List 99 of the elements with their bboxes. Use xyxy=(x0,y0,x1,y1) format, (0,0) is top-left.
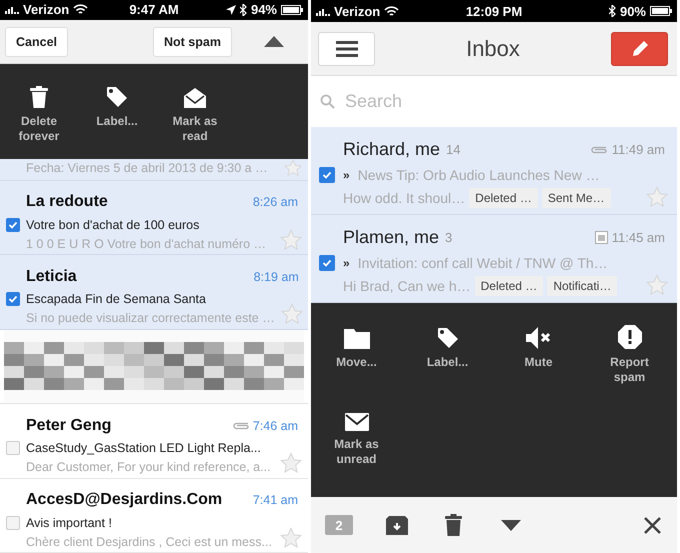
bluetooth-icon xyxy=(240,4,247,16)
menu-action[interactable]: Delete forever xyxy=(0,84,78,156)
pencil-icon xyxy=(630,40,648,58)
message-subject: CaseStudy_GasStation LED Light Repla... xyxy=(26,441,262,456)
collapse-triangle-icon[interactable] xyxy=(264,36,284,48)
clock-time: 12:09 PM xyxy=(466,4,522,18)
checkbox[interactable] xyxy=(6,516,20,530)
not-spam-button[interactable]: Not spam xyxy=(153,26,232,57)
menu-action[interactable]: Label... xyxy=(78,84,156,156)
inbox-title: Inbox xyxy=(465,36,521,62)
open-envelope-icon xyxy=(184,88,206,108)
checkmark-icon xyxy=(8,220,18,230)
message-time: 8:19 am xyxy=(254,270,299,284)
conversation-subject: News Tip: Orb Audio Launches New … xyxy=(358,167,600,183)
importance-marker: » xyxy=(343,168,350,182)
star-icon[interactable] xyxy=(280,452,302,474)
menu-action[interactable]: Label... xyxy=(402,325,493,407)
mute-speaker-icon xyxy=(526,327,552,349)
checkmark-icon xyxy=(322,258,332,268)
tag-icon xyxy=(106,86,128,108)
checkmark-icon xyxy=(8,294,18,304)
battery-icon xyxy=(650,6,672,16)
conversation-snippet: Hi Brad, Can we h… xyxy=(343,278,471,294)
clock-time: 9:47 AM xyxy=(129,2,179,18)
message-subject: Votre bon d'achat de 100 euros xyxy=(26,218,200,232)
selected-count-badge: 2 xyxy=(325,515,353,535)
message-preview: Chère client Desjardins , Ceci est un mess... xyxy=(26,534,273,549)
bluetooth-icon xyxy=(608,5,616,17)
message-time: 7:46 am xyxy=(252,418,298,433)
conversation-time: 11:49 am xyxy=(612,142,665,156)
checkbox[interactable] xyxy=(319,167,335,183)
wifi-icon xyxy=(73,4,88,16)
message-preview: Si no puede visualizar correctamente este … xyxy=(26,311,275,326)
star-icon[interactable] xyxy=(280,526,302,549)
checkbox[interactable] xyxy=(6,292,20,306)
menu-action[interactable]: Mark as read xyxy=(156,84,234,156)
carrier-name: Verizon xyxy=(334,4,380,18)
message-subject: Avis important ! xyxy=(26,516,113,530)
conversation-snippet: How odd. It shoul… xyxy=(343,190,466,206)
exclamation-icon xyxy=(618,325,642,349)
label-tag[interactable]: Deleted … xyxy=(469,188,538,208)
star-icon[interactable] xyxy=(280,228,302,251)
star-icon[interactable] xyxy=(646,274,668,296)
importance-marker: » xyxy=(343,256,350,270)
star-icon[interactable] xyxy=(646,186,668,208)
message-subject: Escapada Fin de Semana Santa xyxy=(26,292,207,306)
label-tag[interactable]: Deleted … xyxy=(474,276,544,296)
sender-name: AccesD@Desjardins.Com xyxy=(26,491,224,510)
envelope-icon xyxy=(344,413,368,431)
menu-action[interactable]: Move... xyxy=(311,325,402,407)
sender-names: Plamen, me xyxy=(343,226,440,248)
folder-icon xyxy=(344,329,370,349)
sender-name: Peter Geng xyxy=(26,416,112,435)
paperclip-icon xyxy=(590,144,608,154)
label-tag[interactable]: Sent Me… xyxy=(542,188,611,208)
message-preview: Fecha: Viernes 5 de abril 2013 de 9:30 a … xyxy=(26,160,269,175)
battery-percent: 90% xyxy=(620,4,646,18)
menu-action[interactable]: Report spam xyxy=(584,325,675,407)
wifi-icon xyxy=(384,6,400,16)
menu-icon xyxy=(336,40,358,56)
tag-icon xyxy=(436,327,458,349)
archive-icon[interactable] xyxy=(386,516,408,534)
menu-button[interactable] xyxy=(318,32,375,66)
carrier-name: Verizon xyxy=(23,2,70,18)
star-icon[interactable] xyxy=(280,303,303,326)
message-time: 8:26 am xyxy=(252,195,298,210)
message-preview: 1 0 0 E U R O Votre bon d'achat numéro … xyxy=(26,236,268,251)
battery-percent: 94% xyxy=(250,2,277,18)
label-tag[interactable]: Notificati… xyxy=(547,276,618,296)
trash-icon[interactable] xyxy=(445,514,462,536)
trash-icon xyxy=(30,86,48,108)
checkmark-icon xyxy=(322,170,332,180)
location-arrow-icon xyxy=(226,4,236,15)
search-field[interactable]: Search xyxy=(343,90,547,113)
message-time: 7:41 am xyxy=(252,493,298,508)
close-icon[interactable] xyxy=(644,516,661,534)
conversation-time: 11:45 am xyxy=(612,230,665,244)
battery-icon xyxy=(281,4,303,15)
conversation-subject: Invitation: conf call Webit / TNW @ Th… xyxy=(358,255,608,271)
menu-action[interactable]: Mute xyxy=(493,325,584,407)
checkbox[interactable] xyxy=(6,441,20,456)
paperclip-icon xyxy=(232,421,250,430)
sender-name: La redoute xyxy=(26,193,109,212)
dropdown-triangle-icon[interactable] xyxy=(500,520,520,530)
message-count: 3 xyxy=(445,230,454,244)
menu-action[interactable]: Mark as unread xyxy=(311,407,402,489)
sender-name: Leticia xyxy=(26,268,78,286)
sender-names: Richard, me xyxy=(343,138,440,160)
message-preview: Dear Customer, For your kind reference, a... xyxy=(26,460,272,474)
star-icon[interactable] xyxy=(284,158,302,177)
cancel-button[interactable]: Cancel xyxy=(5,26,68,57)
calendar-icon xyxy=(594,230,608,244)
search-icon xyxy=(320,94,335,109)
checkbox[interactable] xyxy=(6,218,20,232)
checkbox[interactable] xyxy=(319,255,335,271)
message-count: 14 xyxy=(446,142,462,156)
signal-icon xyxy=(5,5,19,14)
signal-icon xyxy=(316,6,330,16)
compose-button[interactable] xyxy=(611,32,668,66)
